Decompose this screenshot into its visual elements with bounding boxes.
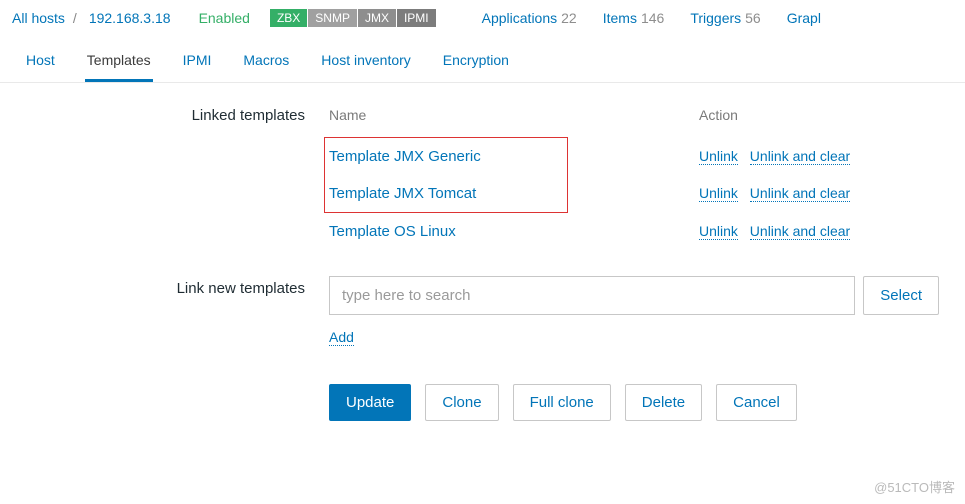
template-link[interactable]: Template OS Linux <box>329 223 456 240</box>
form-actions: Update Clone Full clone Delete Cancel <box>329 384 939 421</box>
host-tabs: Host Templates IPMI Macros Host inventor… <box>0 40 965 83</box>
tab-encryption[interactable]: Encryption <box>441 40 511 82</box>
badge-zbx: ZBX <box>270 9 307 27</box>
tab-macros[interactable]: Macros <box>241 40 291 82</box>
tab-ipmi[interactable]: IPMI <box>181 40 214 82</box>
host-status: Enabled <box>199 10 250 26</box>
breadcrumb-all-hosts[interactable]: All hosts <box>12 10 65 26</box>
highlighted-templates-box: Template JMX Generic Unlink Unlink and c… <box>324 137 568 213</box>
unlink-clear-link[interactable]: Unlink and clear <box>750 148 850 165</box>
template-search-input[interactable] <box>329 276 855 315</box>
link-triggers[interactable]: Triggers56 <box>690 10 760 26</box>
interface-badges: ZBX SNMP JMX IPMI <box>270 9 436 27</box>
unlink-link[interactable]: Unlink <box>699 185 738 202</box>
select-button[interactable]: Select <box>863 276 939 315</box>
full-clone-button[interactable]: Full clone <box>513 384 611 421</box>
update-button[interactable]: Update <box>329 384 411 421</box>
template-link[interactable]: Template JMX Generic <box>329 148 481 165</box>
linked-templates-label: Linked templates <box>24 103 329 250</box>
tab-host[interactable]: Host <box>24 40 57 82</box>
linked-templates-row: Linked templates Name Action Template JM… <box>24 103 941 250</box>
linked-templates-header: Name Action <box>329 103 939 137</box>
template-row: Template JMX Generic Unlink Unlink and c… <box>329 138 899 175</box>
breadcrumb-separator: / <box>73 10 77 26</box>
link-applications[interactable]: Applications22 <box>482 10 577 26</box>
breadcrumb-host-ip[interactable]: 192.168.3.18 <box>85 8 175 28</box>
unlink-clear-link[interactable]: Unlink and clear <box>750 185 850 202</box>
delete-button[interactable]: Delete <box>625 384 702 421</box>
link-items[interactable]: Items146 <box>603 10 665 26</box>
watermark: @51CTO博客 <box>874 477 955 496</box>
linked-templates-table: Name Action Template JMX Generic Unlink … <box>329 103 939 250</box>
link-new-templates-field: Select Add <box>329 276 939 346</box>
template-row: Template JMX Tomcat Unlink Unlink and cl… <box>329 175 899 212</box>
col-header-action: Action <box>699 107 939 123</box>
link-graphs[interactable]: Grapl <box>787 10 821 26</box>
col-header-name: Name <box>329 107 699 123</box>
cancel-button[interactable]: Cancel <box>716 384 797 421</box>
template-link[interactable]: Template JMX Tomcat <box>329 185 476 202</box>
badge-ipmi: IPMI <box>397 9 436 27</box>
templates-form: Linked templates Name Action Template JM… <box>0 83 965 477</box>
add-link[interactable]: Add <box>329 329 354 346</box>
tab-templates[interactable]: Templates <box>85 40 153 82</box>
link-new-templates-label: Link new templates <box>24 276 329 346</box>
form-actions-row: Update Clone Full clone Delete Cancel <box>24 372 941 421</box>
badge-snmp: SNMP <box>308 9 357 27</box>
unlink-link[interactable]: Unlink <box>699 148 738 165</box>
badge-jmx: JMX <box>358 9 396 27</box>
clone-button[interactable]: Clone <box>425 384 498 421</box>
template-row: Template OS Linux Unlink Unlink and clea… <box>329 213 939 250</box>
unlink-clear-link[interactable]: Unlink and clear <box>750 223 850 240</box>
unlink-link[interactable]: Unlink <box>699 223 738 240</box>
tab-host-inventory[interactable]: Host inventory <box>319 40 412 82</box>
host-info-bar: All hosts / 192.168.3.18 Enabled ZBX SNM… <box>0 0 965 36</box>
link-new-templates-row: Link new templates Select Add <box>24 276 941 346</box>
